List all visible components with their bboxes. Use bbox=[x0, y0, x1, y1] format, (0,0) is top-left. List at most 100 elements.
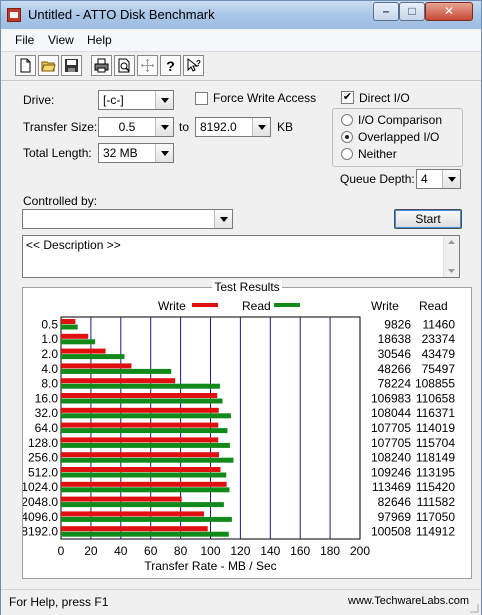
y-tick-label: 8.0 bbox=[41, 377, 58, 391]
move-icon[interactable] bbox=[137, 55, 158, 76]
new-file-icon[interactable] bbox=[15, 55, 36, 76]
force-write-checkbox[interactable] bbox=[195, 92, 208, 105]
io-comparison-radio[interactable] bbox=[341, 114, 353, 126]
read-value: 117050 bbox=[416, 510, 455, 524]
write-bar bbox=[61, 526, 208, 532]
read-value: 75497 bbox=[422, 362, 456, 376]
write-value: 97969 bbox=[378, 510, 412, 524]
write-bar bbox=[61, 481, 227, 487]
read-value: 118149 bbox=[416, 451, 455, 465]
start-button[interactable]: Start bbox=[394, 209, 462, 229]
x-tick-label: 80 bbox=[174, 544, 188, 558]
chevron-down-icon[interactable] bbox=[155, 118, 173, 136]
neither-radio[interactable] bbox=[341, 148, 353, 160]
read-value: 23374 bbox=[422, 332, 456, 346]
read-bar bbox=[61, 383, 220, 389]
transfer-size-from-select[interactable]: 0.5 bbox=[98, 117, 174, 137]
x-tick-label: 0 bbox=[58, 544, 65, 558]
chevron-down-icon[interactable] bbox=[442, 170, 460, 188]
scroll-arrows-icon bbox=[448, 240, 455, 273]
overlapped-io-label: Overlapped I/O bbox=[358, 130, 440, 144]
write-bar bbox=[61, 422, 219, 428]
close-button[interactable]: ✕ bbox=[425, 2, 473, 21]
transfer-rate-chart: 0 20 40 60 80 100 120 140 160 180 200 Transfer Rate… bbox=[23, 316, 456, 573]
drive-select[interactable]: [-c-] bbox=[98, 90, 174, 110]
status-text: For Help, press F1 bbox=[9, 595, 109, 609]
direct-io-label: Direct I/O bbox=[359, 91, 410, 105]
read-bar bbox=[61, 531, 229, 537]
read-bar bbox=[61, 457, 234, 463]
drive-value: [-c-] bbox=[103, 93, 124, 107]
write-bar bbox=[61, 378, 176, 384]
print-preview-icon[interactable] bbox=[114, 55, 135, 76]
transfer-size-to-select[interactable]: 8192.0 bbox=[195, 117, 271, 137]
read-bar bbox=[61, 442, 230, 448]
write-bar bbox=[61, 393, 218, 398]
read-value: 111582 bbox=[417, 495, 456, 509]
read-value: 115704 bbox=[416, 436, 455, 450]
chevron-down-icon[interactable] bbox=[155, 91, 173, 109]
read-bar bbox=[61, 368, 172, 374]
menu-file[interactable]: File bbox=[15, 33, 34, 47]
write-value: 82646 bbox=[378, 495, 412, 509]
read-value: 110658 bbox=[416, 391, 455, 405]
read-bar bbox=[61, 339, 96, 345]
minimize-button[interactable]: – bbox=[373, 2, 399, 21]
menu-help[interactable]: Help bbox=[87, 33, 112, 47]
read-value: 114912 bbox=[416, 525, 455, 539]
queue-depth-select[interactable]: 4 bbox=[416, 169, 461, 189]
app-window: Untitled - ATTO Disk Benchmark – □ ✕ Fil… bbox=[0, 0, 482, 615]
controlled-by-label: Controlled by: bbox=[23, 194, 98, 208]
write-value: 78224 bbox=[378, 377, 412, 391]
chevron-down-icon[interactable] bbox=[155, 144, 173, 162]
toolbar: ? ? bbox=[1, 52, 481, 81]
maximize-button[interactable]: □ bbox=[399, 2, 425, 21]
print-icon[interactable] bbox=[91, 55, 112, 76]
write-bar bbox=[61, 511, 205, 517]
queue-depth-label: Queue Depth: bbox=[340, 172, 415, 186]
menu-bar: File View Help bbox=[1, 29, 481, 52]
write-bar bbox=[61, 348, 106, 354]
read-bar bbox=[61, 487, 230, 493]
total-length-select[interactable]: 32 MB bbox=[98, 143, 174, 163]
menu-view[interactable]: View bbox=[48, 33, 74, 47]
description-scrollbar[interactable] bbox=[443, 236, 459, 277]
write-bar bbox=[61, 467, 221, 472]
x-axis-label: Transfer Rate - MB / Sec bbox=[144, 559, 276, 573]
overlapped-io-radio[interactable] bbox=[341, 131, 353, 143]
resize-grip-icon[interactable] bbox=[467, 601, 479, 613]
read-value: 114019 bbox=[416, 421, 455, 435]
force-write-label: Force Write Access bbox=[213, 91, 317, 105]
y-tick-label: 256.0 bbox=[28, 451, 58, 465]
total-length-label: Total Length: bbox=[23, 146, 92, 160]
io-comparison-label: I/O Comparison bbox=[358, 113, 443, 127]
save-icon[interactable] bbox=[61, 55, 82, 76]
direct-io-checkbox[interactable]: ✔ bbox=[341, 91, 354, 104]
chevron-down-icon[interactable] bbox=[252, 118, 270, 136]
help-icon[interactable]: ? bbox=[160, 55, 181, 76]
x-tick-label: 20 bbox=[84, 544, 98, 558]
x-tick-label: 40 bbox=[114, 544, 128, 558]
controlled-by-select[interactable] bbox=[22, 209, 233, 229]
write-value: 108240 bbox=[371, 451, 411, 465]
y-tick-label: 2.0 bbox=[41, 347, 58, 361]
x-tick-label: 100 bbox=[200, 544, 220, 558]
write-value: 113469 bbox=[372, 480, 411, 494]
write-bar bbox=[61, 319, 76, 324]
app-icon bbox=[7, 8, 21, 22]
title-bar[interactable]: Untitled - ATTO Disk Benchmark – □ ✕ bbox=[1, 1, 481, 29]
transfer-from-value: 0.5 bbox=[118, 120, 136, 134]
write-value: 9826 bbox=[384, 317, 411, 331]
y-tick-label: 0.5 bbox=[41, 317, 58, 331]
write-value: 30546 bbox=[378, 347, 412, 361]
chevron-down-icon[interactable] bbox=[214, 210, 232, 228]
y-tick-label: 2048.0 bbox=[23, 495, 58, 509]
read-bar bbox=[61, 502, 224, 508]
read-value: 108855 bbox=[415, 377, 455, 391]
description-box[interactable]: << Description >> bbox=[22, 235, 460, 278]
y-tick-label: 16.0 bbox=[35, 391, 59, 405]
read-bar bbox=[61, 324, 78, 330]
read-bar bbox=[61, 516, 232, 522]
open-folder-icon[interactable] bbox=[38, 55, 59, 76]
context-help-icon[interactable]: ? bbox=[183, 55, 204, 76]
